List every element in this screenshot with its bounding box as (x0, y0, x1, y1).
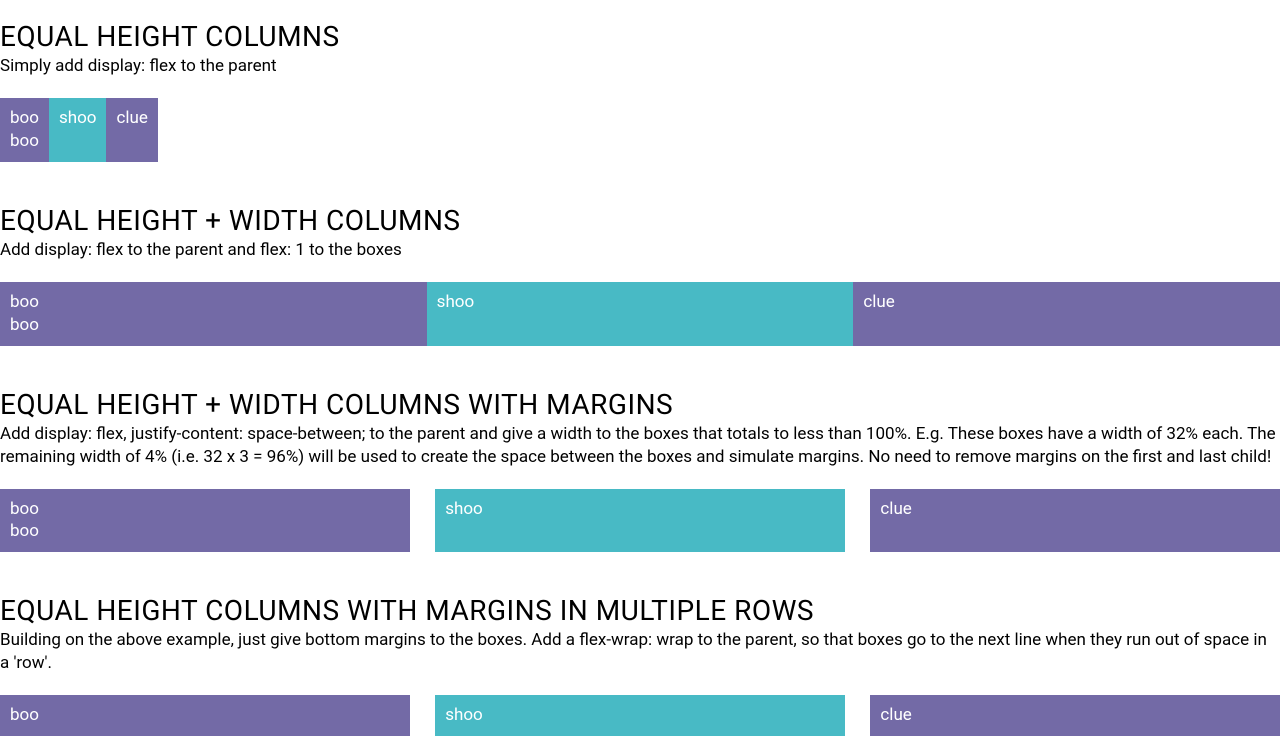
example-row: boo shoo clue (0, 695, 1280, 736)
section-heading: EQUAL HEIGHT + WIDTH COLUMNS WITH MARGIN… (0, 388, 1280, 421)
section-heading: EQUAL HEIGHT COLUMNS (0, 20, 1280, 53)
demo-box: clue (853, 282, 1280, 346)
section-description: Add display: flex to the parent and flex… (0, 239, 1280, 262)
demo-box: shoo (427, 282, 854, 346)
demo-box: shoo (435, 489, 845, 553)
section-heading: EQUAL HEIGHT COLUMNS WITH MARGINS IN MUL… (0, 594, 1280, 627)
section-heading: EQUAL HEIGHT + WIDTH COLUMNS (0, 204, 1280, 237)
demo-box: shoo (435, 695, 845, 736)
demo-box: booboo (0, 98, 49, 162)
example-row: booboo shoo clue (0, 282, 1280, 346)
example-row: booboo shoo clue (0, 489, 1280, 553)
demo-box: booboo (0, 489, 410, 553)
demo-box: clue (870, 695, 1280, 736)
demo-box: shoo (49, 98, 107, 162)
demo-box: clue (106, 98, 157, 162)
section-description: Building on the above example, just give… (0, 629, 1280, 675)
example-row: booboo shoo clue (0, 98, 1280, 162)
demo-box: booboo (0, 282, 427, 346)
demo-box: boo (0, 695, 410, 736)
demo-box: clue (870, 489, 1280, 553)
section-description: Add display: flex, justify-content: spac… (0, 423, 1280, 469)
section-description: Simply add display: flex to the parent (0, 55, 1280, 78)
